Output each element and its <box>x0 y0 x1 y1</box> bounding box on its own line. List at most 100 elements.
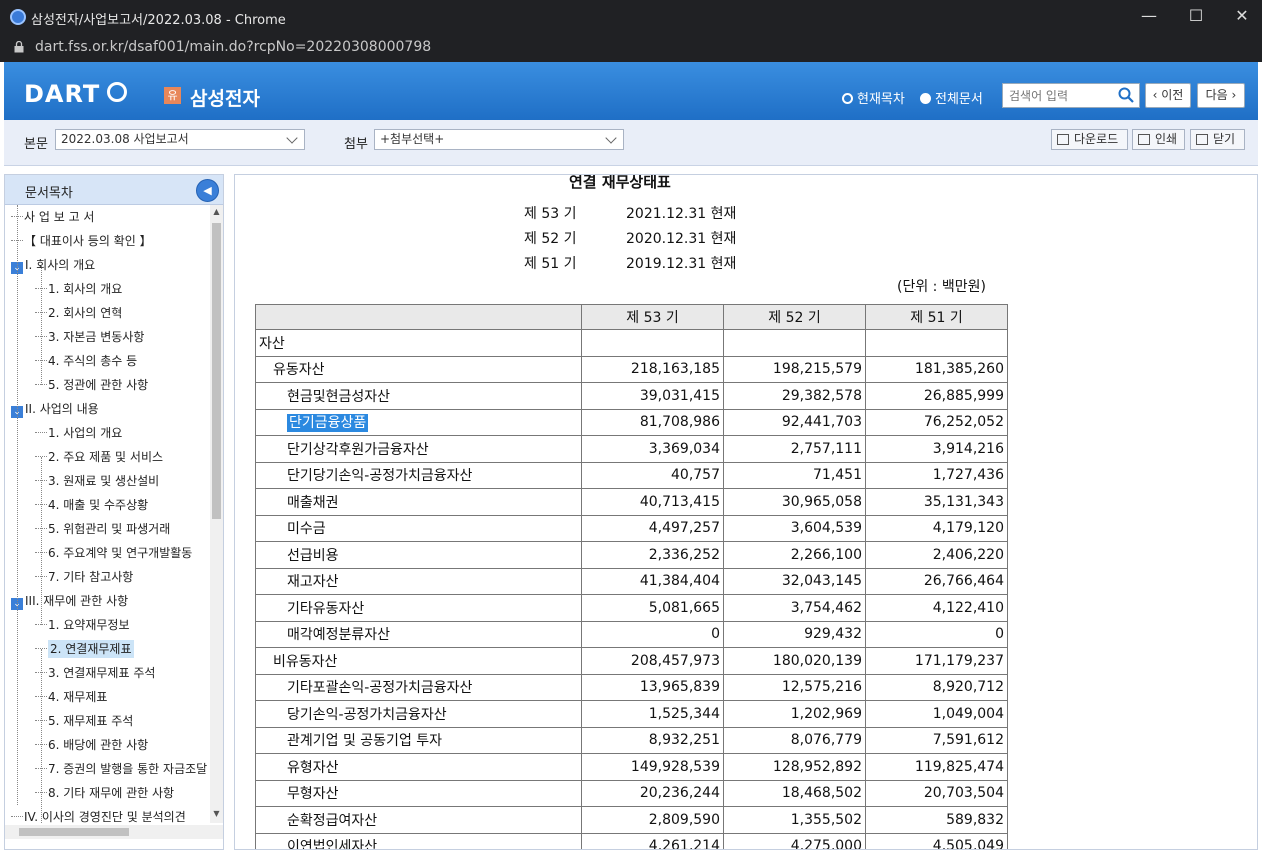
chevron-down-icon <box>605 132 617 144</box>
prev-button[interactable]: ‹ 이전 <box>1145 83 1191 108</box>
url-text[interactable]: dart.fss.or.kr/dsaf001/main.do?rcpNo=202… <box>35 39 431 55</box>
radio-current-toc[interactable]: 현재목차 <box>842 88 905 107</box>
radio-all-label: 전체문서 <box>935 92 983 107</box>
dart-logo[interactable]: DART <box>24 80 100 108</box>
amount-cell: 4,505,049 <box>865 832 1008 849</box>
scroll-up-icon[interactable]: ▲ <box>210 207 223 221</box>
amount-cell: 1,202,969 <box>723 700 866 728</box>
unit-label: (단위 : 백만원) <box>897 279 986 295</box>
account-name: 자산 <box>259 335 285 352</box>
amount-cell: 4,497,257 <box>581 514 724 542</box>
period-term: 제 51 기 <box>524 256 577 272</box>
toc-item[interactable]: 7. 증권의 발행을 통한 자금조달 <box>35 759 207 779</box>
toc-item[interactable]: 2. 주요 제품 및 서비스 <box>35 447 163 467</box>
amount-cell: 929,432 <box>723 620 866 648</box>
toc-item[interactable]: 2. 회사의 연혁 <box>35 303 122 323</box>
amount-cell: 1,049,004 <box>865 700 1008 728</box>
download-button[interactable]: 다운로드 <box>1051 129 1128 150</box>
toc-item[interactable]: ⌄ III. 재무에 관한 사항 <box>11 591 128 611</box>
toc-item[interactable]: 1. 사업의 개요 <box>35 423 122 443</box>
toc-item[interactable]: 3. 원재료 및 생산설비 <box>35 471 159 491</box>
amount-cell: 13,965,839 <box>581 673 724 701</box>
amount-cell: 1,727,436 <box>865 461 1008 489</box>
account-name-cell: 관계기업 및 공동기업 투자 <box>255 726 582 754</box>
toc-item[interactable]: 6. 주요계약 및 연구개발활동 <box>35 543 192 563</box>
amount-cell: 39,031,415 <box>581 382 724 410</box>
close-doc-button[interactable]: 닫기 <box>1190 129 1245 150</box>
scroll-thumb[interactable] <box>212 223 221 519</box>
amount-cell: 128,952,892 <box>723 753 866 781</box>
toc-item[interactable]: 5. 정관에 관한 사항 <box>35 375 148 395</box>
search-icon[interactable] <box>1118 87 1134 103</box>
radio-checked-icon <box>920 93 931 104</box>
toc-item[interactable]: 【 대표이사 등의 확인 】 <box>11 231 152 251</box>
toc-header: 문서목차 ◀ <box>5 175 223 205</box>
toc-item[interactable]: 8. 기타 재무에 관한 사항 <box>35 783 174 803</box>
scroll-down-icon[interactable]: ▼ <box>210 809 223 823</box>
prev-label: 이전 <box>1161 88 1184 102</box>
account-name-cell: 무형자산 <box>255 779 582 807</box>
toc-title: 문서목차 <box>25 186 73 201</box>
amount-cell: 171,179,237 <box>865 647 1008 675</box>
close-window-button[interactable]: ✕ <box>1227 6 1257 28</box>
toc-item[interactable]: 3. 연결재무제표 주석 <box>35 663 155 683</box>
toc-item[interactable]: 4. 재무제표 <box>35 687 107 707</box>
chevron-right-icon: › <box>1231 88 1237 102</box>
attach-select[interactable]: +첨부선택+ <box>374 129 624 150</box>
toc-horizontal-scrollbar[interactable] <box>5 825 223 839</box>
toc-item[interactable]: 1. 요약재무정보 <box>35 615 130 635</box>
attach-label: 첨부 <box>344 137 368 152</box>
toc-item[interactable]: 3. 자본금 변동사항 <box>35 327 144 347</box>
column-header: 제 53 기 <box>581 304 724 330</box>
toc-item[interactable]: IV. 이사의 경영진단 및 분석의견 <box>11 807 186 823</box>
download-icon <box>1057 134 1069 145</box>
toc-item[interactable]: 2. 연결재무제표 <box>35 639 134 659</box>
column-header <box>255 304 582 330</box>
print-button[interactable]: 인쇄 <box>1132 129 1185 150</box>
amount-cell: 2,809,590 <box>581 806 724 834</box>
body-select[interactable]: 2022.03.08 사업보고서 <box>55 129 305 150</box>
toc-item[interactable]: ⌄ II. 사업의 내용 <box>11 399 99 419</box>
toc-vertical-scrollbar[interactable]: ▲ ▼ <box>210 205 223 823</box>
amount-cell: 30,965,058 <box>723 488 866 516</box>
radio-current-label: 현재목차 <box>857 92 905 107</box>
account-name-cell: 현금및현금성자산 <box>255 382 582 410</box>
toc-item[interactable]: 5. 위험관리 및 파생거래 <box>35 519 170 539</box>
toc-item[interactable]: 5. 재무제표 주석 <box>35 711 133 731</box>
search-box[interactable] <box>1002 83 1140 108</box>
address-bar[interactable]: dart.fss.or.kr/dsaf001/main.do?rcpNo=202… <box>0 34 1262 62</box>
collapse-sidebar-button[interactable]: ◀ <box>196 179 219 202</box>
amount-cell: 208,457,973 <box>581 647 724 675</box>
next-button[interactable]: 다음 › <box>1197 83 1245 108</box>
amount-cell: 40,757 <box>581 461 724 489</box>
radio-all-docs[interactable]: 전체문서 <box>920 88 983 107</box>
account-name: 매출채권 <box>287 494 339 511</box>
toc-item[interactable]: 1. 회사의 개요 <box>35 279 122 299</box>
toc-item-label: 7. 기타 참고사항 <box>48 570 134 584</box>
dart-logo-mark-icon <box>107 82 127 102</box>
table-row: 단기당기손익-공정가치금융자산 40,757 71,451 1,727,436 <box>255 461 1008 489</box>
toc-item[interactable]: 사 업 보 고 서 <box>11 207 94 227</box>
toc-item[interactable]: 7. 기타 참고사항 <box>35 567 133 587</box>
attach-select-value: +첨부선택+ <box>380 132 445 146</box>
table-row: 재고자산 41,384,404 32,043,145 26,766,464 <box>255 567 1008 595</box>
search-input[interactable] <box>1009 86 1114 106</box>
amount-cell: 20,703,504 <box>865 779 1008 807</box>
toc-item[interactable]: ⌄ I. 회사의 개요 <box>11 255 95 275</box>
amount-cell: 2,757,111 <box>723 435 866 463</box>
minimize-button[interactable]: — <box>1134 6 1164 28</box>
amount-cell: 7,591,612 <box>865 726 1008 754</box>
toc-item[interactable]: 4. 매출 및 수주상황 <box>35 495 148 515</box>
toc-item-label: IV. 이사의 경영진단 및 분석의견 <box>24 810 186 823</box>
toc-item-label: 8. 기타 재무에 관한 사항 <box>48 786 175 800</box>
maximize-button[interactable]: ☐ <box>1181 6 1211 28</box>
body-label: 본문 <box>24 137 48 152</box>
amount-cell: 198,215,579 <box>723 355 866 383</box>
account-name: 이연법인세자산 <box>287 839 378 850</box>
print-label: 인쇄 <box>1155 132 1178 146</box>
toc-item[interactable]: 4. 주식의 총수 등 <box>35 351 137 371</box>
toc-item[interactable]: 6. 배당에 관한 사항 <box>35 735 148 755</box>
toc-item-label: 2. 회사의 연혁 <box>48 306 123 320</box>
hscroll-thumb[interactable] <box>19 828 129 836</box>
account-name: 유형자산 <box>287 759 339 776</box>
